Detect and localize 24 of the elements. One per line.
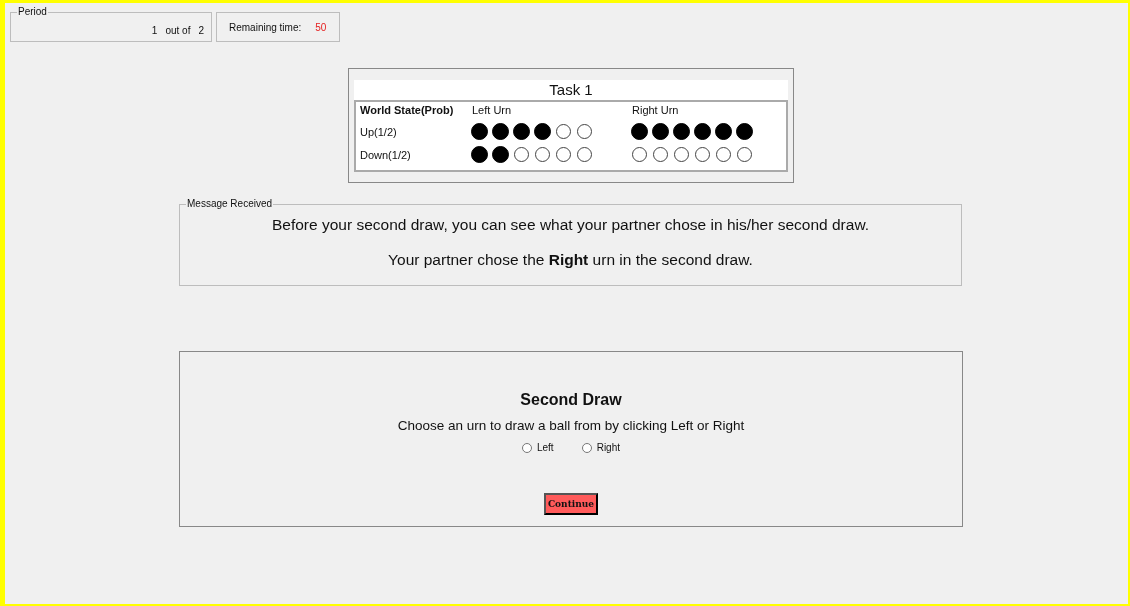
message-text: Your partner chose the Right urn in the second draw. — [387, 251, 754, 269]
radio-button[interactable] — [521, 442, 532, 453]
task-title: Task 1 — [354, 80, 788, 100]
column-header: Right Urn — [632, 104, 680, 116]
period-current: 1 — [151, 25, 158, 36]
radio-option[interactable]: Left — [521, 442, 554, 453]
radio-label: Left — [536, 442, 554, 453]
period-legend: Period — [17, 6, 48, 17]
radio-button[interactable] — [581, 442, 592, 453]
state-label: Up(1/2) — [360, 125, 398, 138]
state-label: Down(1/2) — [360, 148, 412, 161]
continue-button[interactable]: Continue — [543, 493, 599, 515]
period-total: 2 — [198, 25, 204, 36]
column-header: Left Urn — [472, 104, 513, 116]
draw-title: Second Draw — [520, 391, 622, 409]
timer-value: 50 — [315, 21, 327, 33]
radio-option[interactable]: Right — [581, 442, 620, 453]
period-separator: out of — [165, 25, 191, 36]
message-legend: Message Received — [186, 198, 274, 209]
timer-label: Remaining time: — [229, 21, 302, 33]
draw-instruction: Choose an urn to draw a ball from by clicking Left or Right — [397, 418, 745, 433]
message-text: Before your second draw, you can see what your partner chose in his/her second draw. — [270, 216, 871, 234]
column-header: World State(Prob) — [360, 104, 455, 116]
radio-label: Right — [596, 442, 620, 453]
